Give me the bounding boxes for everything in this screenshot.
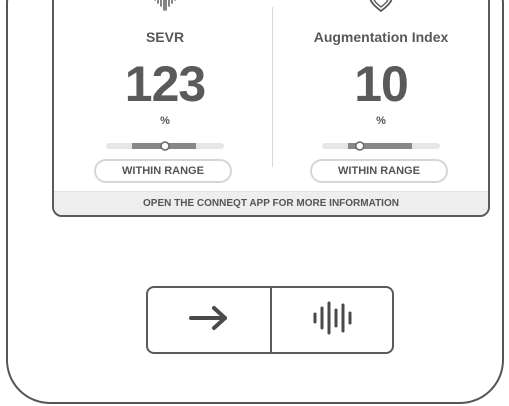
control-buttons bbox=[146, 286, 394, 354]
metric-value: 10 bbox=[354, 56, 409, 112]
status-badge: WITHIN RANGE bbox=[94, 159, 232, 183]
measure-button[interactable] bbox=[272, 288, 394, 352]
metric-unit: % bbox=[376, 115, 386, 127]
metric-value: 123 bbox=[124, 56, 206, 112]
heart-outline-icon bbox=[278, 0, 484, 17]
metric-unit: % bbox=[160, 115, 170, 127]
metric-label: SEVR bbox=[145, 29, 185, 45]
device-body: SEVR 123 % WITHIN RANGE Augmentation Ind bbox=[6, 0, 504, 404]
metric-augmentation-index: Augmentation Index 10 % WITHIN RANGE bbox=[278, 0, 484, 193]
metric-label: Augmentation Index bbox=[313, 29, 449, 45]
metric-sevr: SEVR 123 % WITHIN RANGE bbox=[62, 0, 268, 193]
next-button[interactable] bbox=[148, 288, 270, 352]
range-marker bbox=[160, 141, 170, 151]
footer-banner: OPEN THE CONNEQT APP FOR MORE INFORMATIO… bbox=[54, 191, 488, 215]
range-indicator bbox=[106, 141, 224, 151]
device-screen: SEVR 123 % WITHIN RANGE Augmentation Ind bbox=[52, 0, 490, 217]
arrow-right-icon bbox=[188, 305, 230, 336]
column-divider bbox=[272, 7, 273, 167]
status-badge: WITHIN RANGE bbox=[310, 159, 448, 183]
pulse-wave-icon bbox=[311, 301, 355, 340]
range-marker bbox=[355, 141, 365, 151]
range-indicator bbox=[322, 141, 440, 151]
heart-lines-icon bbox=[62, 0, 268, 17]
